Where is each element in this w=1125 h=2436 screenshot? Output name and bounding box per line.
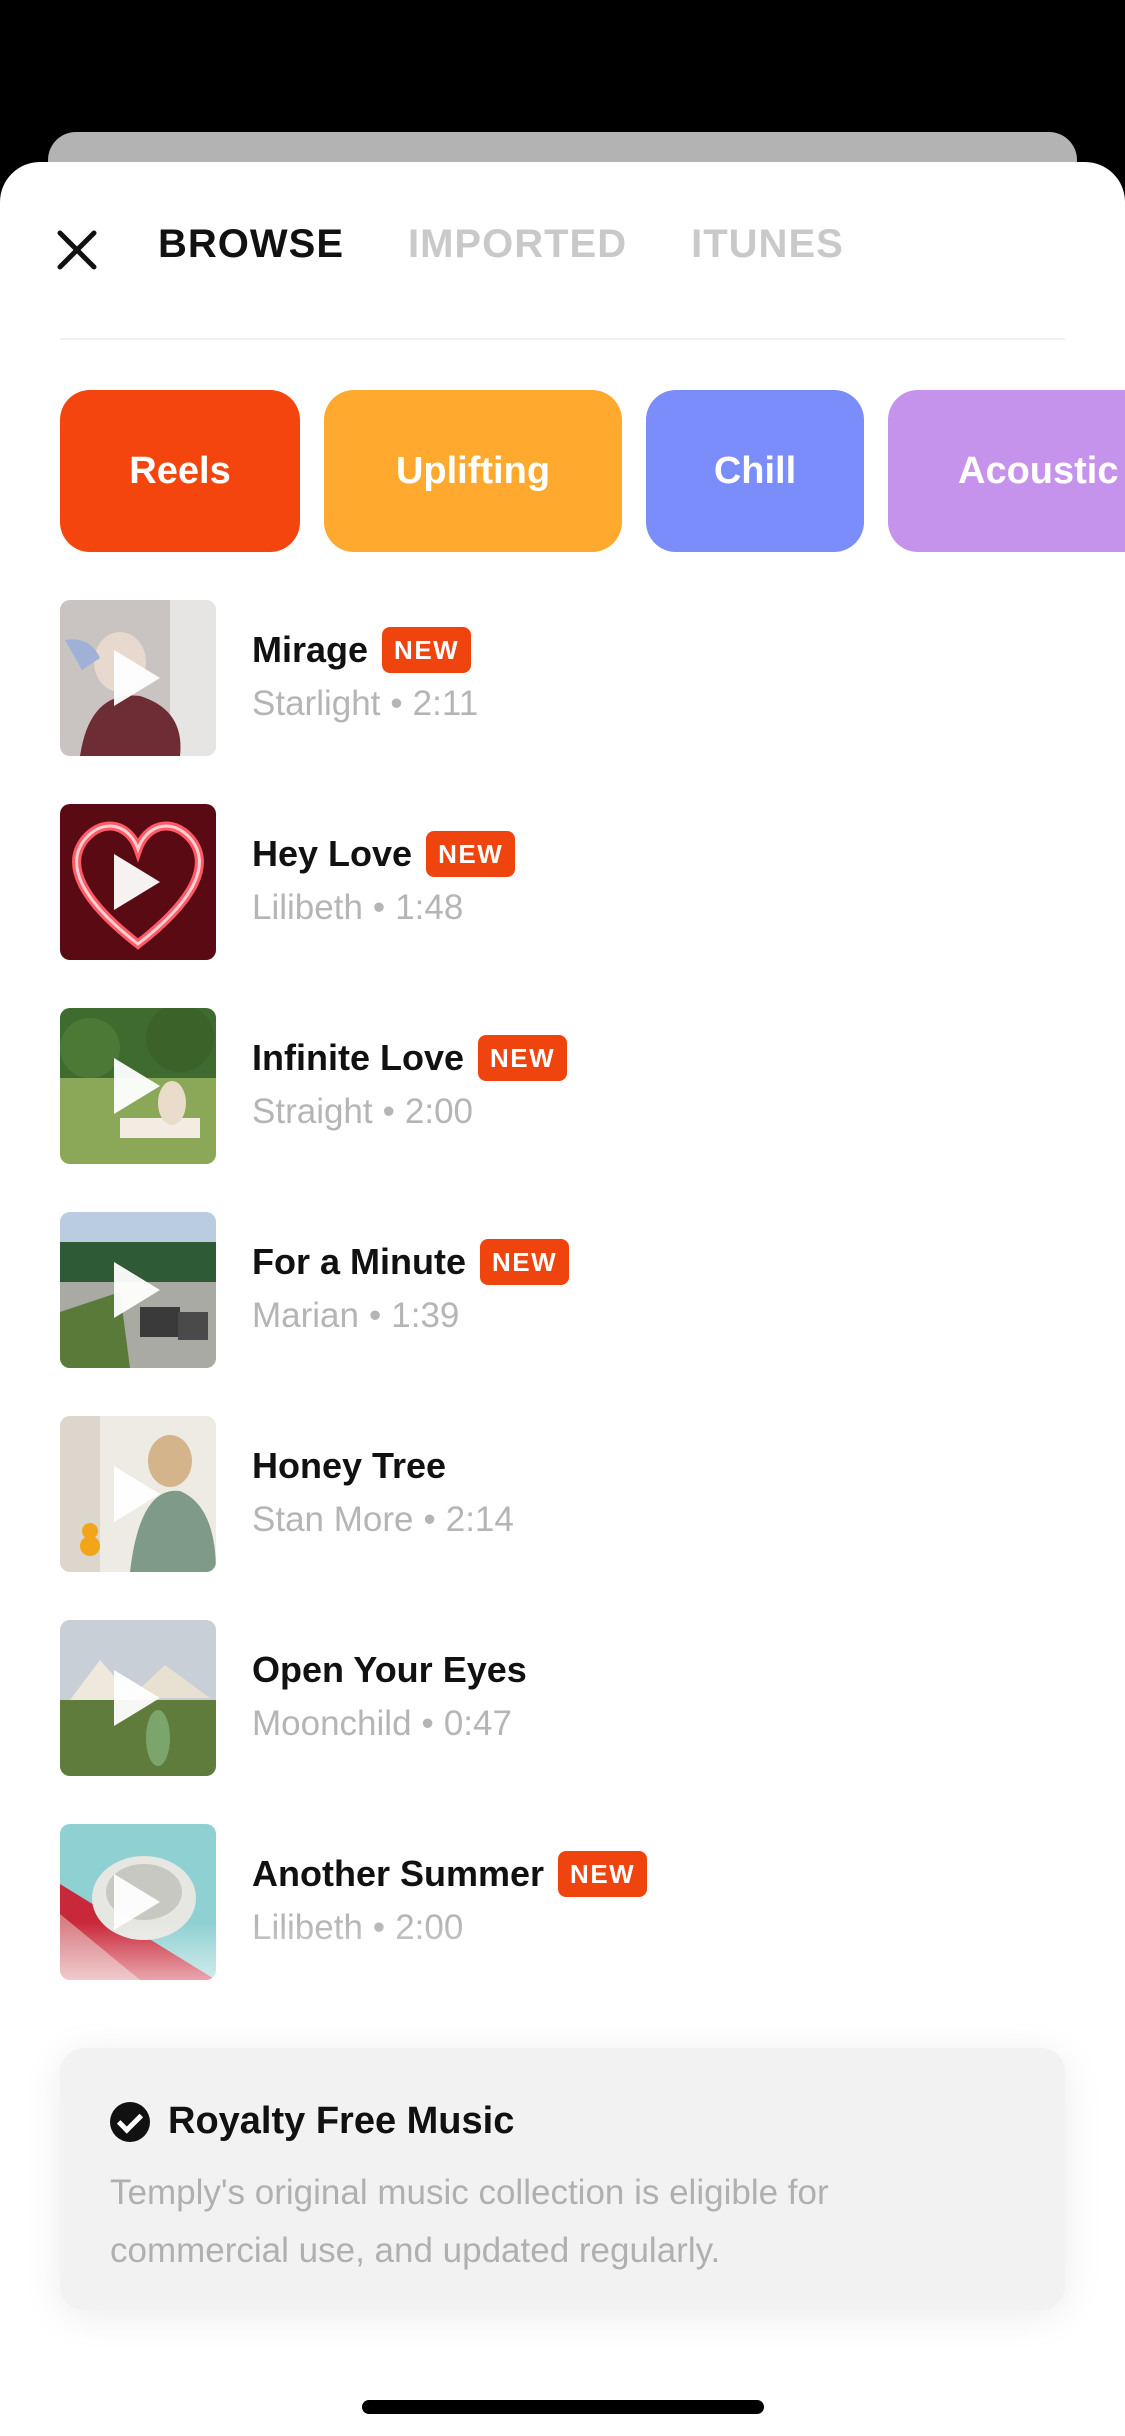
track-thumbnail[interactable] — [60, 1416, 216, 1572]
new-badge: NEW — [558, 1851, 648, 1897]
track-title: For a Minute — [252, 1241, 466, 1282]
track-meta: Stan More • 2:14 — [252, 1500, 514, 1540]
track-meta: Straight • 2:00 — [252, 1092, 567, 1132]
royalty-free-info-card: Royalty Free Music Temply's original mus… — [60, 2048, 1065, 2310]
track-duration: 2:14 — [445, 1500, 514, 1539]
checkmark-icon — [110, 2101, 150, 2142]
track-list: Mirage NEW Starlight • 2:11 Hey Love NEW… — [60, 600, 1065, 2028]
close-button[interactable] — [52, 225, 102, 275]
genre-chip-uplifting[interactable]: Uplifting — [324, 390, 622, 552]
info-title-row: Royalty Free Music — [110, 2100, 514, 2143]
play-icon — [114, 854, 160, 910]
track-duration: 1:39 — [391, 1296, 460, 1335]
track-info: Hey Love NEW Lilibeth • 1:48 — [252, 826, 516, 928]
track-duration: 2:11 — [412, 684, 479, 723]
track-duration: 1:48 — [395, 888, 464, 927]
track-row[interactable]: Mirage NEW Starlight • 2:11 — [60, 600, 1065, 756]
tab-itunes[interactable]: ITUNES — [691, 222, 844, 267]
track-artist: Marian — [252, 1296, 359, 1335]
track-title-row: Infinite Love NEW — [252, 1030, 568, 1086]
meta-separator: • — [368, 1296, 382, 1335]
track-title: Mirage — [252, 629, 369, 670]
home-indicator[interactable] — [362, 2400, 764, 2414]
play-icon — [114, 1466, 160, 1522]
track-artist: Lilibeth — [252, 888, 363, 927]
track-title: Hey Love — [252, 833, 413, 874]
meta-separator: • — [423, 1500, 436, 1539]
header-divider — [60, 338, 1065, 340]
track-title-row: Another Summer NEW — [252, 1846, 648, 1902]
track-row[interactable]: For a Minute NEW Marian • 1:39 — [60, 1212, 1065, 1368]
track-row[interactable]: Open Your Eyes Moonchild • 0:47 — [60, 1620, 1065, 1776]
track-info: Infinite Love NEW Straight • 2:00 — [252, 1030, 568, 1132]
track-title: Infinite Love — [252, 1037, 465, 1078]
track-meta: Marian • 1:39 — [252, 1296, 569, 1336]
track-artist: Stan More — [252, 1500, 414, 1539]
tab-imported[interactable]: IMPORTED — [408, 222, 627, 267]
track-row[interactable]: Infinite Love NEW Straight • 2:00 — [60, 1008, 1065, 1164]
tab-bar: BROWSE IMPORTED ITUNES — [158, 222, 844, 267]
track-title-row: For a Minute NEW — [252, 1234, 570, 1290]
track-title: Another Summer — [252, 1853, 545, 1894]
new-badge: NEW — [426, 831, 516, 877]
new-badge: NEW — [478, 1035, 568, 1081]
genre-chips: Reels Uplifting Chill Acoustic — [60, 390, 1125, 552]
track-title-row: Open Your Eyes — [252, 1642, 527, 1698]
meta-separator: • — [382, 1092, 395, 1131]
play-icon — [114, 1670, 160, 1726]
genre-chip-chill[interactable]: Chill — [646, 390, 864, 552]
music-picker-sheet: BROWSE IMPORTED ITUNES Reels Uplifting C… — [0, 162, 1125, 2436]
track-artist: Straight — [252, 1092, 373, 1131]
track-row[interactable]: Honey Tree Stan More • 2:14 — [60, 1416, 1065, 1572]
track-thumbnail[interactable] — [60, 804, 216, 960]
track-thumbnail[interactable] — [60, 1212, 216, 1368]
meta-separator: • — [372, 888, 386, 927]
track-meta: Moonchild • 0:47 — [252, 1704, 527, 1744]
play-icon — [114, 1058, 160, 1114]
track-row[interactable]: Hey Love NEW Lilibeth • 1:48 — [60, 804, 1065, 960]
track-title: Open Your Eyes — [252, 1649, 527, 1690]
track-title-row: Hey Love NEW — [252, 826, 516, 882]
track-title-row: Mirage NEW — [252, 622, 478, 678]
genre-chip-reels[interactable]: Reels — [60, 390, 300, 552]
track-duration: 2:00 — [404, 1092, 474, 1131]
close-icon — [57, 230, 97, 270]
track-artist: Moonchild — [252, 1704, 412, 1743]
info-description: Temply's original music collection is el… — [110, 2173, 829, 2270]
track-info: Honey Tree Stan More • 2:14 — [252, 1438, 514, 1540]
track-duration: 0:47 — [443, 1704, 512, 1743]
genre-chip-acoustic[interactable]: Acoustic — [888, 390, 1125, 552]
tab-browse[interactable]: BROWSE — [158, 222, 344, 267]
track-meta: Lilibeth • 1:48 — [252, 888, 515, 928]
play-icon — [114, 650, 160, 706]
track-thumbnail[interactable] — [60, 1008, 216, 1164]
meta-separator: • — [421, 1704, 434, 1743]
new-badge: NEW — [480, 1239, 570, 1285]
play-icon — [114, 1262, 160, 1318]
track-info: Open Your Eyes Moonchild • 0:47 — [252, 1642, 527, 1744]
header: BROWSE IMPORTED ITUNES — [0, 162, 1125, 340]
track-artist: Starlight — [252, 684, 381, 723]
track-info: Mirage NEW Starlight • 2:11 — [252, 622, 478, 724]
track-thumbnail[interactable] — [60, 1620, 216, 1776]
new-badge: NEW — [382, 627, 472, 673]
track-title: Honey Tree — [252, 1445, 447, 1486]
info-title: Royalty Free Music — [168, 2100, 515, 2142]
meta-separator: • — [390, 684, 403, 723]
track-info: For a Minute NEW Marian • 1:39 — [252, 1234, 570, 1336]
track-meta: Starlight • 2:11 — [252, 684, 478, 724]
track-title-row: Honey Tree — [252, 1438, 514, 1494]
track-thumbnail[interactable] — [60, 600, 216, 756]
